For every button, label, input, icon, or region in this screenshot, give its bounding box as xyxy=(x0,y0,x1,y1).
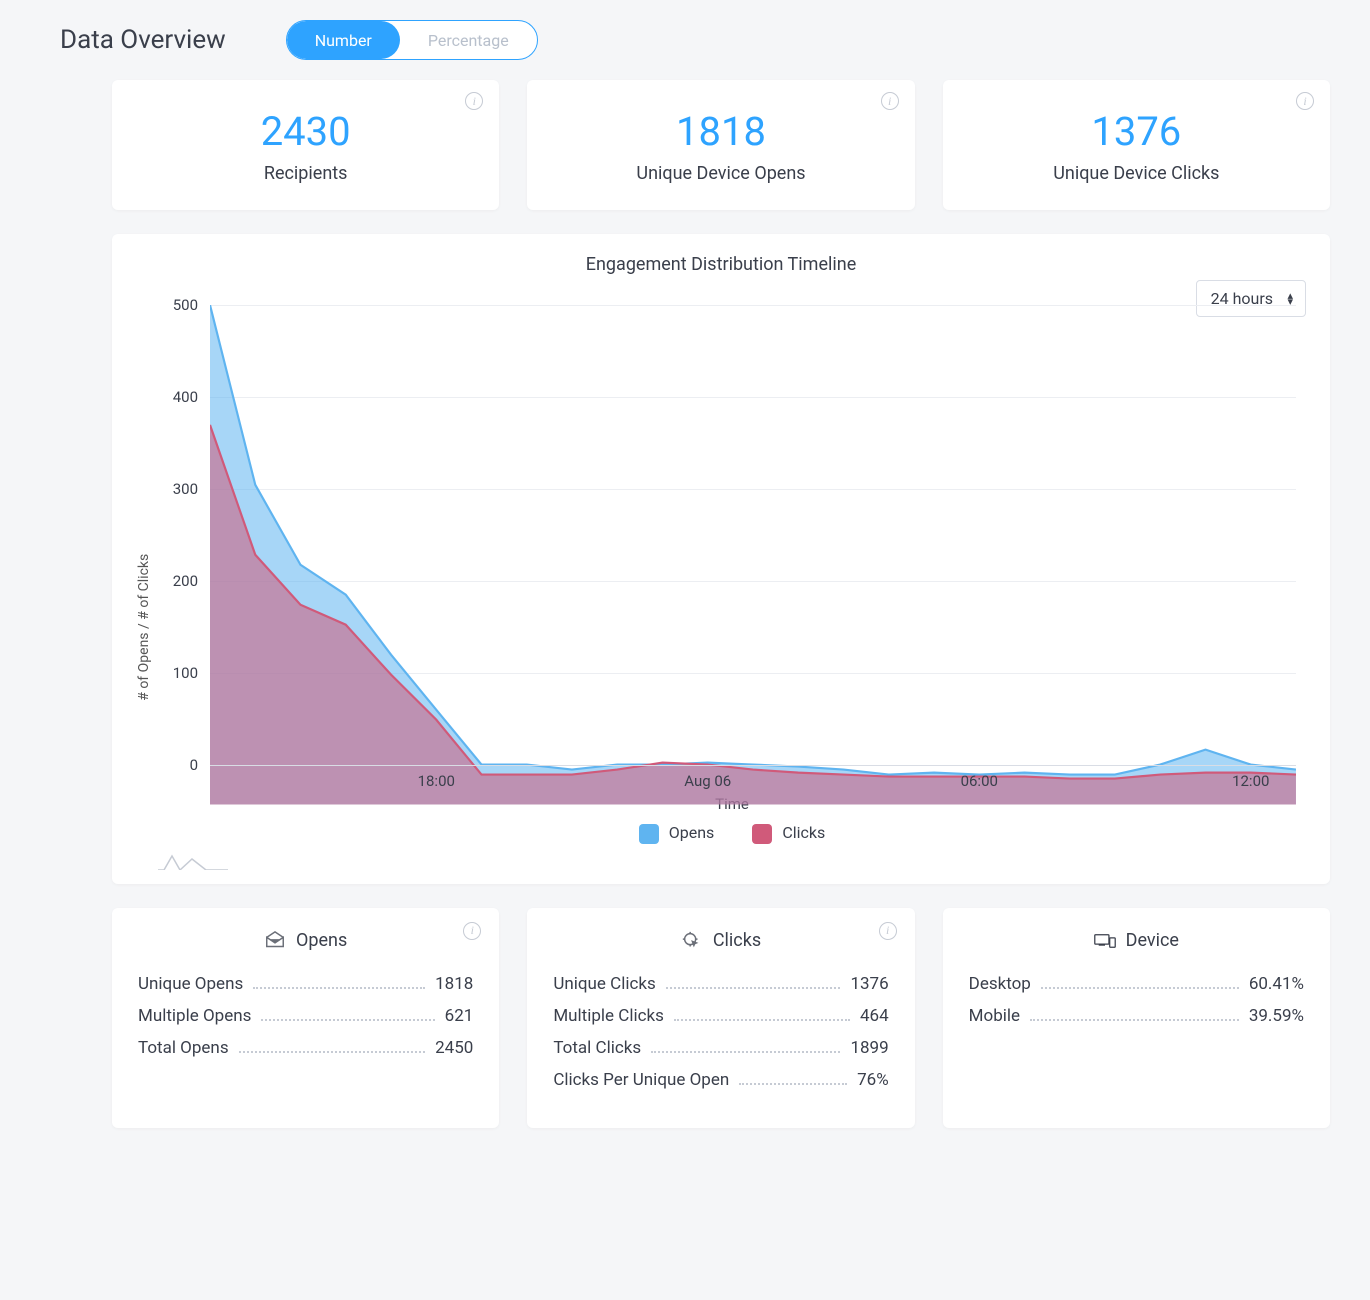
legend-label: Clicks xyxy=(782,823,825,842)
metric-value: 1818 xyxy=(435,974,473,994)
envelope-icon xyxy=(264,930,286,952)
metric-value: 621 xyxy=(445,1006,474,1026)
metric-label: Multiple Opens xyxy=(138,1006,251,1026)
metric-label: Unique Clicks xyxy=(553,974,655,994)
metric-value: 464 xyxy=(860,1006,889,1026)
info-icon[interactable]: i xyxy=(879,922,897,940)
metric-value: 1376 xyxy=(850,974,888,994)
chart-plot-area[interactable]: 0100200300400500 xyxy=(158,305,1306,765)
y-tick: 300 xyxy=(173,480,198,498)
x-tick: 18:00 xyxy=(418,772,455,790)
y-tick: 500 xyxy=(173,296,198,314)
metric-value: 2450 xyxy=(435,1038,473,1058)
y-tick: 100 xyxy=(173,664,198,682)
chart-y-axis-label: # of Opens / # of Clicks xyxy=(136,305,152,870)
stat-card-recipients: i 2430 Recipients xyxy=(112,80,499,210)
y-tick: 400 xyxy=(173,388,198,406)
metric-row: Clicks Per Unique Open 76% xyxy=(553,1070,888,1090)
chart-x-axis: 18:00 Aug 06 06:00 12:00 xyxy=(210,765,1296,791)
metric-label: Clicks Per Unique Open xyxy=(553,1070,729,1090)
stat-card-unique-opens: i 1818 Unique Device Opens xyxy=(527,80,914,210)
metric-row: Unique Clicks 1376 xyxy=(553,974,888,994)
opens-panel: i Opens Unique Opens 1818 Multiple Opens 62… xyxy=(112,908,499,1128)
y-tick: 0 xyxy=(190,756,198,774)
stat-label: Unique Device Opens xyxy=(547,163,894,184)
metric-row: Multiple Opens 621 xyxy=(138,1006,473,1026)
stat-label: Recipients xyxy=(132,163,479,184)
metric-value: 76% xyxy=(857,1070,889,1090)
x-tick: 12:00 xyxy=(1232,772,1269,790)
metric-row: Total Opens 2450 xyxy=(138,1038,473,1058)
chart-title: Engagement Distribution Timeline xyxy=(136,254,1306,275)
chart-legend: Opens Clicks xyxy=(158,823,1306,844)
metric-row: Multiple Clicks 464 xyxy=(553,1006,888,1026)
toggle-percentage[interactable]: Percentage xyxy=(400,21,537,59)
info-icon[interactable]: i xyxy=(881,92,899,110)
legend-item-opens[interactable]: Opens xyxy=(639,823,715,844)
engagement-chart-card: Engagement Distribution Timeline 24 hour… xyxy=(112,234,1330,884)
metric-label: Total Opens xyxy=(138,1038,229,1058)
metric-label: Multiple Clicks xyxy=(553,1006,664,1026)
panel-title: Opens xyxy=(296,930,347,951)
metric-value: 1899 xyxy=(850,1038,888,1058)
stat-value: 1376 xyxy=(963,108,1310,155)
clicks-panel: i Clicks Unique Clicks 1376 Multiple Click… xyxy=(527,908,914,1128)
swatch-opens-icon xyxy=(639,824,659,844)
metric-label: Mobile xyxy=(969,1006,1020,1026)
stat-value: 1818 xyxy=(547,108,894,155)
cursor-click-icon xyxy=(681,930,703,952)
legend-label: Opens xyxy=(669,823,715,842)
info-icon[interactable]: i xyxy=(465,92,483,110)
y-tick: 200 xyxy=(173,572,198,590)
toggle-number[interactable]: Number xyxy=(287,21,400,59)
x-tick: 06:00 xyxy=(961,772,998,790)
metric-row: Desktop 60.41% xyxy=(969,974,1304,994)
metric-label: Total Clicks xyxy=(553,1038,641,1058)
chart-brush-preview[interactable] xyxy=(158,850,228,870)
metric-value: 39.59% xyxy=(1249,1006,1304,1026)
sort-caret-icon: ▴▾ xyxy=(1287,293,1293,305)
stat-label: Unique Device Clicks xyxy=(963,163,1310,184)
legend-item-clicks[interactable]: Clicks xyxy=(752,823,825,844)
panel-title: Clicks xyxy=(713,930,761,951)
info-icon[interactable]: i xyxy=(1296,92,1314,110)
swatch-clicks-icon xyxy=(752,824,772,844)
x-tick: Aug 06 xyxy=(684,772,731,790)
device-panel: Device Desktop 60.41% Mobile 39.59% xyxy=(943,908,1330,1128)
stat-value: 2430 xyxy=(132,108,479,155)
stat-card-unique-clicks: i 1376 Unique Device Clicks xyxy=(943,80,1330,210)
metric-label: Unique Opens xyxy=(138,974,243,994)
panel-title: Device xyxy=(1126,930,1179,951)
view-toggle: Number Percentage xyxy=(286,20,538,60)
metric-row: Total Clicks 1899 xyxy=(553,1038,888,1058)
metric-value: 60.41% xyxy=(1249,974,1304,994)
metric-label: Desktop xyxy=(969,974,1031,994)
metric-row: Unique Opens 1818 xyxy=(138,974,473,994)
device-icon xyxy=(1094,930,1116,952)
metric-row: Mobile 39.59% xyxy=(969,1006,1304,1026)
info-icon[interactable]: i xyxy=(463,922,481,940)
page-title: Data Overview xyxy=(60,25,226,55)
